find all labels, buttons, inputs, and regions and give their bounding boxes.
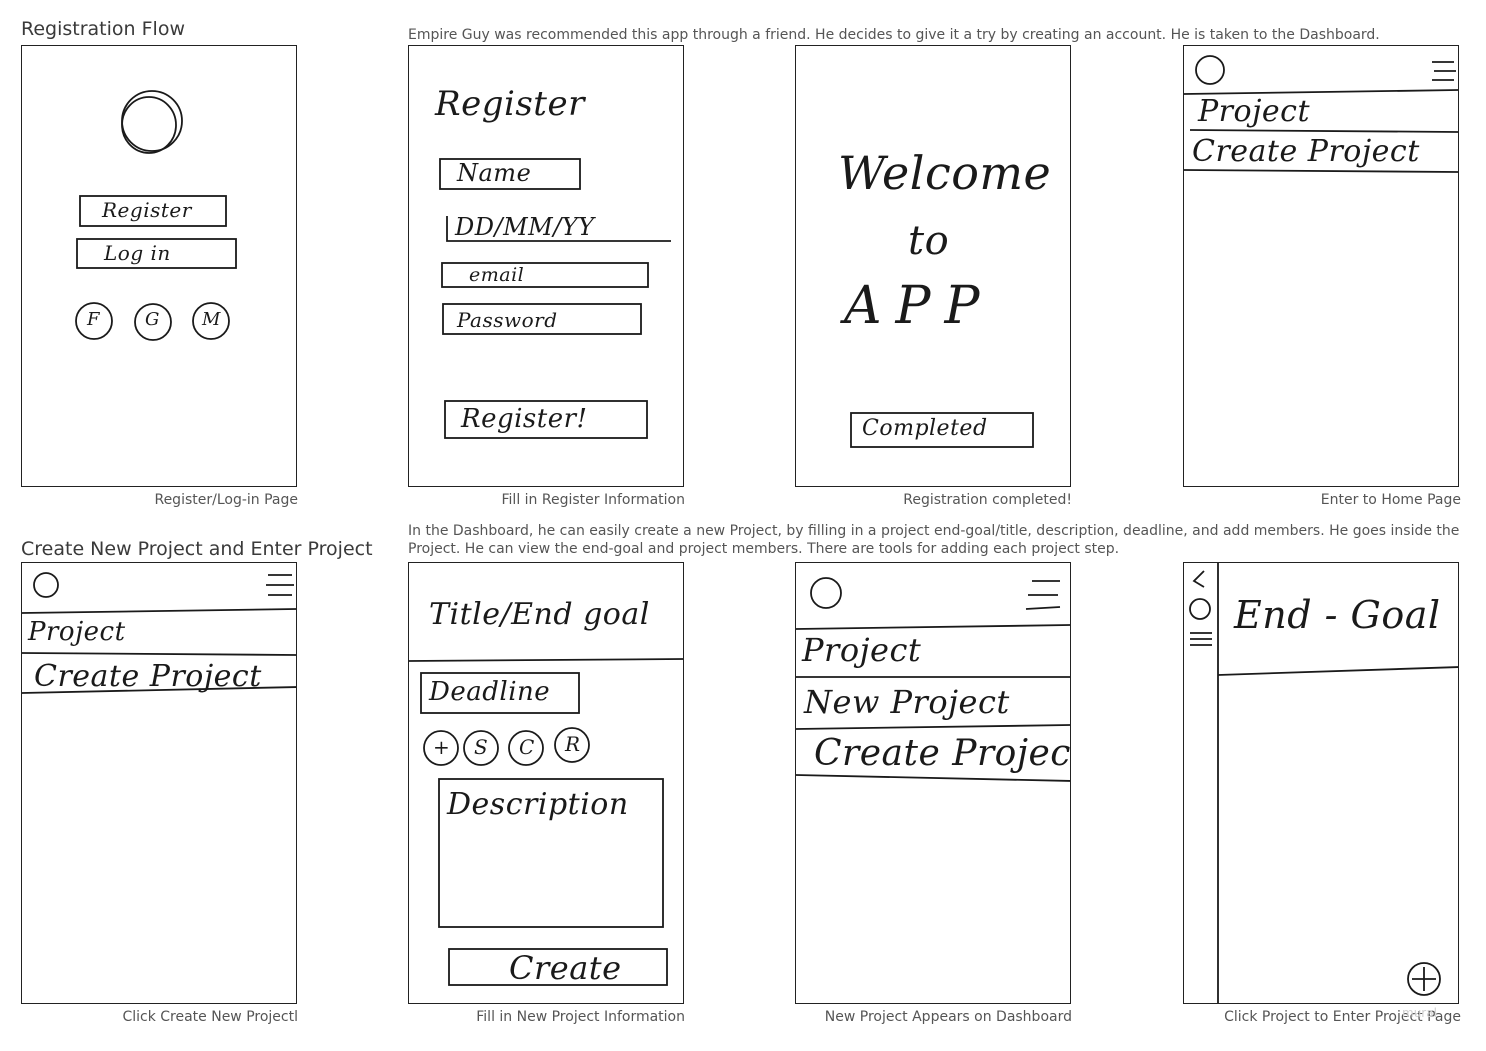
watermark: mural [1402, 1006, 1437, 1020]
home-project-item[interactable]: Project [1198, 94, 1310, 129]
project-avatar [1189, 598, 1211, 620]
dashboard-new-project-item[interactable]: New Project [804, 683, 1010, 721]
dashboard-sketch-lines [796, 577, 1070, 782]
sketch-frame-login: Register Log in F G M [21, 45, 297, 487]
sketch-frame-project-page: End - Goal [1183, 562, 1459, 1004]
name-field[interactable]: Name [457, 159, 531, 187]
sketch-frame-register-form: Register Name DD/MM/YY email Password Re… [408, 45, 684, 487]
caption-register-form: Fill in Register Information [501, 492, 686, 508]
facebook-login-icon[interactable]: F [87, 309, 100, 330]
sketch-frame-dashboard: Project New Project Create Project [795, 562, 1071, 1004]
section-title-registration: Registration Flow [21, 18, 185, 40]
sketch-frame-new-project: Title/End goal Deadline + S C R Descript… [408, 562, 684, 1004]
description-field[interactable]: Description [447, 787, 629, 822]
dashboard-create-project-item[interactable]: Create Project [814, 733, 1070, 774]
member-r-icon[interactable]: R [565, 732, 581, 756]
home2-project-item[interactable]: Project [28, 617, 126, 647]
logo-circle [121, 90, 183, 152]
caption-home2: Click Create New Projectl [122, 1009, 298, 1025]
dashboard-project-item[interactable]: Project [802, 631, 921, 669]
dob-field[interactable]: DD/MM/YY [455, 213, 595, 241]
mail-login-icon[interactable]: M [202, 309, 221, 330]
home-create-project-item[interactable]: Create Project [1192, 134, 1420, 169]
caption-new-project: Fill in New Project Information [476, 1009, 685, 1025]
narrative-create-project: In the Dashboard, he can easily create a… [408, 523, 1460, 557]
sketch-frame-home2: Project Create Project [21, 562, 297, 1004]
add-member-icon[interactable]: + [433, 735, 450, 759]
login-sketch-lines [75, 90, 237, 341]
completed-button[interactable]: Completed [862, 416, 988, 441]
narrative-registration: Empire Guy was recommended this app thro… [408, 27, 1380, 43]
google-login-icon[interactable]: G [145, 309, 160, 330]
member-s-icon[interactable]: S [474, 735, 488, 759]
password-field[interactable]: Password [457, 308, 558, 332]
login-login-button[interactable]: Log in [104, 241, 171, 265]
login-register-button[interactable]: Register [102, 198, 192, 222]
welcome-line3: APP [844, 276, 994, 336]
back-chevron-icon [1192, 570, 1205, 588]
home2-create-project-item[interactable]: Create Project [34, 659, 262, 694]
welcome-line2: to [908, 218, 950, 264]
sketch-frame-welcome: Welcome to APP Completed [795, 45, 1071, 487]
avatar [1195, 55, 1225, 85]
email-field[interactable]: email [469, 264, 524, 286]
caption-dashboard: New Project Appears on Dashboard [824, 1009, 1072, 1025]
caption-welcome: Registration completed! [903, 492, 1072, 508]
caption-home: Enter to Home Page [1320, 492, 1461, 508]
caption-login: Register/Log-in Page [154, 492, 298, 508]
welcome-line1: Welcome [838, 146, 1052, 200]
section-title-create-project: Create New Project and Enter Project [21, 538, 373, 560]
deadline-field[interactable]: Deadline [429, 677, 550, 707]
title-endgoal-field[interactable]: Title/End goal [429, 597, 650, 632]
sketch-frame-home: Project Create Project [1183, 45, 1459, 487]
member-c-icon[interactable]: C [519, 735, 535, 759]
register-heading: Register [435, 84, 585, 124]
register-submit-button[interactable]: Register! [461, 404, 587, 434]
create-button[interactable]: Create [509, 949, 622, 987]
endgoal-heading: End - Goal [1234, 593, 1441, 637]
